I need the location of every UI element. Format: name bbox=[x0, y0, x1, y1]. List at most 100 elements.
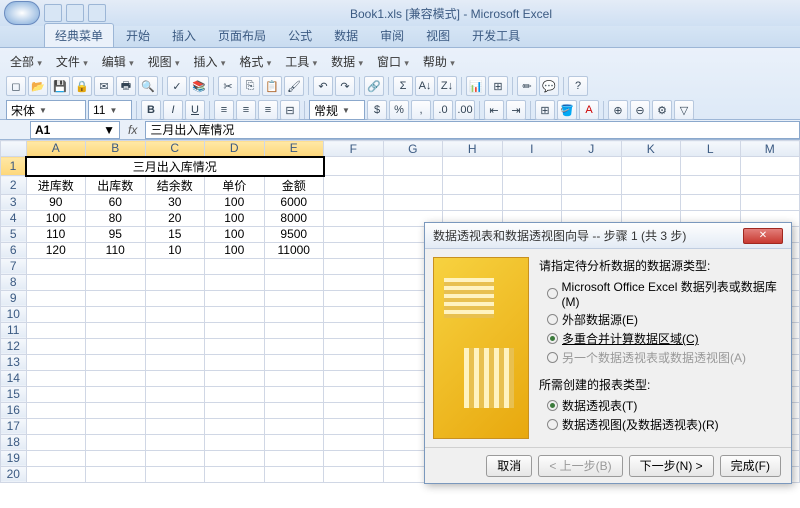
cell[interactable] bbox=[26, 258, 86, 274]
cell[interactable] bbox=[264, 354, 324, 370]
cell[interactable] bbox=[205, 322, 265, 338]
cell[interactable] bbox=[324, 176, 384, 195]
font-name-combo[interactable]: 宋体▼ bbox=[6, 100, 86, 120]
cell[interactable]: 30 bbox=[145, 194, 205, 210]
cell[interactable] bbox=[621, 194, 681, 210]
cell[interactable]: 100 bbox=[205, 226, 265, 242]
cell[interactable]: 结余数 bbox=[145, 176, 205, 195]
cell[interactable] bbox=[681, 176, 741, 195]
redo-icon[interactable] bbox=[88, 4, 106, 22]
help-icon[interactable]: ? bbox=[568, 76, 588, 96]
col-header-I[interactable]: I bbox=[502, 141, 562, 157]
cell[interactable] bbox=[324, 157, 384, 176]
menu-编辑[interactable]: 编辑 ▾ bbox=[98, 52, 138, 71]
cell[interactable] bbox=[264, 290, 324, 306]
align-right-icon[interactable]: ≡ bbox=[258, 100, 278, 120]
cell[interactable] bbox=[205, 386, 265, 402]
cell[interactable] bbox=[145, 450, 205, 466]
number-format-combo[interactable]: 常规▼ bbox=[309, 100, 365, 120]
bold-icon[interactable]: B bbox=[141, 100, 161, 120]
tab-4[interactable]: 公式 bbox=[278, 24, 322, 47]
cell[interactable]: 100 bbox=[205, 194, 265, 210]
cell[interactable]: 110 bbox=[86, 242, 146, 258]
col-header-G[interactable]: G bbox=[383, 141, 443, 157]
cell[interactable]: 进库数 bbox=[26, 176, 86, 195]
row-header-7[interactable]: 7 bbox=[1, 258, 27, 274]
decrease-decimal-icon[interactable]: .00 bbox=[455, 100, 475, 120]
tab-5[interactable]: 数据 bbox=[324, 24, 368, 47]
cell[interactable] bbox=[86, 338, 146, 354]
cell[interactable] bbox=[86, 274, 146, 290]
cell[interactable] bbox=[205, 258, 265, 274]
tab-3[interactable]: 页面布局 bbox=[208, 24, 276, 47]
cell[interactable] bbox=[145, 354, 205, 370]
row-header-17[interactable]: 17 bbox=[1, 418, 27, 434]
cell[interactable] bbox=[264, 402, 324, 418]
col-header-F[interactable]: F bbox=[324, 141, 384, 157]
cell[interactable] bbox=[26, 370, 86, 386]
cell[interactable]: 11000 bbox=[264, 242, 324, 258]
cell[interactable] bbox=[324, 434, 384, 450]
cell[interactable] bbox=[86, 434, 146, 450]
mail-icon[interactable]: ✉ bbox=[94, 76, 114, 96]
comma-icon[interactable]: , bbox=[411, 100, 431, 120]
cell[interactable] bbox=[562, 194, 622, 210]
cell[interactable] bbox=[324, 290, 384, 306]
cell[interactable] bbox=[26, 418, 86, 434]
cell[interactable] bbox=[324, 274, 384, 290]
menu-视图[interactable]: 视图 ▾ bbox=[144, 52, 184, 71]
cell[interactable] bbox=[26, 338, 86, 354]
increase-indent-icon[interactable]: ⇥ bbox=[506, 100, 526, 120]
format-painter-icon[interactable]: 🖌 bbox=[284, 76, 304, 96]
cell[interactable] bbox=[621, 176, 681, 195]
close-icon[interactable]: ✕ bbox=[743, 228, 783, 244]
cell[interactable] bbox=[264, 418, 324, 434]
cell[interactable]: 100 bbox=[26, 210, 86, 226]
cell[interactable] bbox=[383, 157, 443, 176]
underline-icon[interactable]: U bbox=[185, 100, 205, 120]
col-header-C[interactable]: C bbox=[145, 141, 205, 157]
tab-6[interactable]: 审阅 bbox=[370, 24, 414, 47]
menu-数据[interactable]: 数据 ▾ bbox=[327, 52, 367, 71]
tab-7[interactable]: 视图 bbox=[416, 24, 460, 47]
cell[interactable] bbox=[26, 290, 86, 306]
cell[interactable] bbox=[324, 386, 384, 402]
menu-插入[interactable]: 插入 ▾ bbox=[190, 52, 230, 71]
cell[interactable] bbox=[205, 402, 265, 418]
drawing-icon[interactable]: ✏ bbox=[517, 76, 537, 96]
col-header-B[interactable]: B bbox=[86, 141, 146, 157]
cell[interactable] bbox=[205, 274, 265, 290]
cell[interactable] bbox=[26, 306, 86, 322]
row-header-5[interactable]: 5 bbox=[1, 226, 27, 242]
cut-icon[interactable]: ✂ bbox=[218, 76, 238, 96]
tab-2[interactable]: 插入 bbox=[162, 24, 206, 47]
col-header-E[interactable]: E bbox=[264, 141, 324, 157]
merge-icon[interactable]: ⊟ bbox=[280, 100, 300, 120]
cell[interactable] bbox=[264, 258, 324, 274]
cell[interactable] bbox=[502, 194, 562, 210]
cell[interactable] bbox=[86, 258, 146, 274]
cell[interactable]: 80 bbox=[86, 210, 146, 226]
cell[interactable] bbox=[86, 306, 146, 322]
cell[interactable] bbox=[205, 450, 265, 466]
cell[interactable] bbox=[26, 450, 86, 466]
cell[interactable] bbox=[562, 157, 622, 176]
menu-全部[interactable]: 全部 ▾ bbox=[6, 52, 46, 71]
cell[interactable] bbox=[145, 290, 205, 306]
cell[interactable] bbox=[86, 354, 146, 370]
undo-icon[interactable] bbox=[66, 4, 84, 22]
cell[interactable] bbox=[502, 176, 562, 195]
borders-icon[interactable]: ⊞ bbox=[535, 100, 555, 120]
cell[interactable] bbox=[86, 386, 146, 402]
col-header-D[interactable]: D bbox=[205, 141, 265, 157]
cell[interactable] bbox=[264, 322, 324, 338]
menu-工具[interactable]: 工具 ▾ bbox=[281, 52, 321, 71]
cell[interactable] bbox=[324, 306, 384, 322]
menu-格式[interactable]: 格式 ▾ bbox=[235, 52, 275, 71]
cell[interactable] bbox=[205, 418, 265, 434]
sort-desc-icon[interactable]: Z↓ bbox=[437, 76, 457, 96]
cell[interactable] bbox=[26, 322, 86, 338]
row-header-20[interactable]: 20 bbox=[1, 466, 27, 482]
row-header-8[interactable]: 8 bbox=[1, 274, 27, 290]
cell[interactable] bbox=[324, 338, 384, 354]
